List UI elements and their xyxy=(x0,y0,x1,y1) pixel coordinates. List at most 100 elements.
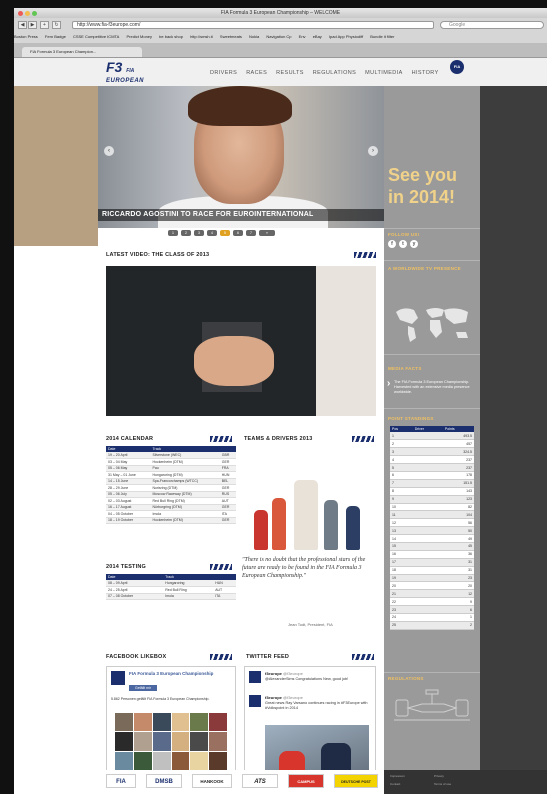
nav-races[interactable]: RACES xyxy=(246,70,267,76)
main-content: ‹ › RICCARDO AGOSTINI TO RACE FOR EUROIN… xyxy=(98,86,384,794)
sponsor-logo-fia[interactable]: FIA xyxy=(106,774,136,788)
standing-pos: 7 xyxy=(390,479,413,488)
fb-likes-text: 5.862 Personen gefällt FIA Formula 3 Eur… xyxy=(111,697,210,701)
footer-link[interactable]: Contact xyxy=(390,782,400,786)
pager-dot[interactable]: 6 xyxy=(233,230,243,236)
zoom-window-icon[interactable] xyxy=(32,11,37,16)
driver-figure xyxy=(324,500,338,550)
bookmarks-bar: Boston Press Fern Badge CSSE Competitive… xyxy=(14,32,547,42)
bookmark-item[interactable]: Env xyxy=(299,34,306,39)
back-button[interactable]: ◀ xyxy=(18,21,27,29)
tweet-avatar[interactable] xyxy=(249,695,261,707)
hero-caption[interactable]: RICCARDO AGOSTINI TO RACE FOR EUROINTERN… xyxy=(98,209,384,221)
address-bar[interactable]: http://www.fia-f3europe.com/ xyxy=(72,21,434,29)
forward-button[interactable]: ▶ xyxy=(28,21,37,29)
fb-like-button[interactable]: Gefällt mir xyxy=(129,685,157,691)
pager-dot[interactable]: 7 xyxy=(246,230,256,236)
youtube-icon[interactable]: y xyxy=(410,240,418,248)
tweet-user[interactable]: f3europe @f3europe xyxy=(265,695,303,700)
standing-driver xyxy=(412,495,443,504)
standings-row: 25 2 xyxy=(390,621,474,630)
standing-driver xyxy=(412,503,443,512)
standing-pos: 21 xyxy=(390,589,413,599)
nav-results[interactable]: RESULTS xyxy=(276,70,304,76)
pager-dot[interactable]: 4 xyxy=(207,230,217,236)
sponsor-logo-ats[interactable]: ATS xyxy=(242,774,278,788)
search-field[interactable]: Google xyxy=(440,21,544,29)
nav-multimedia[interactable]: MULTIMEDIA xyxy=(365,70,403,76)
fia-logo-icon[interactable]: FIA xyxy=(450,60,464,74)
race-car-icon[interactable] xyxy=(392,686,472,726)
standings-row: 18 31 xyxy=(390,566,474,575)
section-stripes-icon xyxy=(352,436,374,442)
pager-dot-active[interactable]: 5 xyxy=(220,230,230,236)
see-you-banner[interactable]: See you in 2014! xyxy=(388,164,478,208)
add-bookmark-button[interactable]: + xyxy=(40,21,49,29)
footer-link[interactable]: Terms of use xyxy=(434,782,451,786)
footer-link[interactable]: Impressum xyxy=(390,774,405,778)
standing-pos: 10 xyxy=(390,503,413,512)
video-player[interactable] xyxy=(106,266,376,416)
sponsor-logo-deutsche-post[interactable]: DEUTSCHE POST xyxy=(334,774,378,788)
bookmark-item[interactable]: Navigation Cp xyxy=(266,34,291,39)
bookmark-item[interactable]: http://smsh.ti xyxy=(190,34,213,39)
bookmark-item[interactable]: Bundle it filter xyxy=(370,34,394,39)
chevron-right-icon[interactable]: › xyxy=(387,378,390,389)
slider-next-button[interactable]: › xyxy=(368,146,378,156)
reload-icon[interactable]: ↻ xyxy=(52,21,61,29)
drivers-photo[interactable] xyxy=(242,466,376,554)
nav-regulations[interactable]: REGULATIONS xyxy=(313,70,356,76)
page-avatar[interactable] xyxy=(111,671,125,685)
bookmark-item[interactable]: CSSE Competitive ICMTA xyxy=(73,34,119,39)
minimize-window-icon[interactable] xyxy=(25,11,30,16)
site-header: F3 FIA EUROPEAN DRIVERS RACES RESULTS RE… xyxy=(14,58,547,86)
sponsor-logo-campus[interactable]: CAMPUS xyxy=(288,774,324,788)
tweet-user[interactable]: f3europe @f3europe xyxy=(265,671,303,676)
site-logo[interactable]: F3 FIA EUROPEAN xyxy=(106,60,198,84)
standing-points: 237 xyxy=(442,463,474,472)
bookmark-item[interactable]: Predict Money xyxy=(126,34,152,39)
close-window-icon[interactable] xyxy=(18,11,23,16)
twitter-icon[interactable]: t xyxy=(399,240,407,248)
standings-row: 22 9 xyxy=(390,597,474,607)
pager-more[interactable]: » xyxy=(259,230,275,236)
hero-slider[interactable]: ‹ › RICCARDO AGOSTINI TO RACE FOR EUROIN… xyxy=(98,86,384,228)
sponsor-logo-hankook[interactable]: HANKOOK xyxy=(192,774,232,788)
standing-driver xyxy=(412,566,443,575)
divider xyxy=(384,354,480,355)
bookmark-item[interactable]: be back shop xyxy=(159,34,183,39)
bookmark-item[interactable]: Nokia xyxy=(249,34,259,39)
standing-points: 2 xyxy=(442,621,474,630)
tweet-text: @AlexanderSims Congratulations New, good… xyxy=(265,677,349,681)
section-stripes-icon xyxy=(354,252,376,258)
fb-page-name[interactable]: FIA Formula 3 European Championship xyxy=(129,671,229,676)
sponsor-logo-dmsb[interactable]: DMSB xyxy=(146,774,182,788)
footer-link[interactable]: Privacy xyxy=(434,774,444,778)
world-map-icon[interactable] xyxy=(390,302,474,346)
standings-row: 8 143 xyxy=(390,487,474,496)
slider-prev-button[interactable]: ‹ xyxy=(104,146,114,156)
tweet-avatar[interactable] xyxy=(249,671,261,683)
video-background-door xyxy=(316,266,376,416)
facebook-icon[interactable]: f xyxy=(388,240,396,248)
browser-tab[interactable]: FIA Formula 3 European Champion... xyxy=(22,47,142,57)
standings-row: 20 20 xyxy=(390,581,474,591)
divider xyxy=(384,260,480,261)
section-stripes-icon xyxy=(210,654,232,660)
nav-history[interactable]: HISTORY xyxy=(412,70,439,76)
standing-points: 123 xyxy=(442,495,474,504)
standings-row: 13 50 xyxy=(390,526,474,536)
table-cell: ITA xyxy=(213,593,236,600)
section-stripes-icon xyxy=(210,564,232,570)
pager-dot[interactable]: 1 xyxy=(168,230,178,236)
standing-driver xyxy=(412,463,443,472)
pager-dot[interactable]: 3 xyxy=(194,230,204,236)
bookmark-item[interactable]: Boston Press xyxy=(14,34,38,39)
bookmark-item[interactable]: Fern Badge xyxy=(45,34,66,39)
bookmark-item[interactable]: eBay xyxy=(313,34,322,39)
bookmark-item[interactable]: Ipad App Physiodiff xyxy=(329,34,363,39)
table-cell: Imola xyxy=(163,593,214,600)
pager-dot[interactable]: 2 xyxy=(181,230,191,236)
nav-drivers[interactable]: DRIVERS xyxy=(210,70,237,76)
bookmark-item[interactable]: Sweetmeats xyxy=(220,34,242,39)
